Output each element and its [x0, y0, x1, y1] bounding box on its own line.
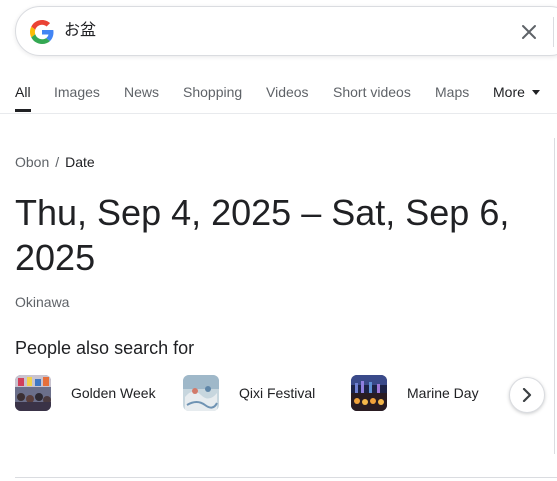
pasf-label: Golden Week: [71, 385, 156, 401]
qixi-festival-thumbnail: [183, 375, 219, 411]
chevron-right-icon: [522, 388, 532, 402]
tab-shopping[interactable]: Shopping: [183, 84, 242, 100]
answer-date-range: Thu, Sep 4, 2025 – Sat, Sep 6, 2025: [15, 192, 510, 278]
search-bar-divider: [553, 17, 554, 47]
pasf-item-golden-week[interactable]: Golden Week: [15, 375, 156, 411]
caret-down-icon: [531, 90, 540, 95]
pasf-label: Qixi Festival: [239, 385, 316, 401]
more-label: More: [493, 84, 525, 100]
tab-videos[interactable]: Videos: [266, 84, 309, 100]
tabs-divider: [0, 113, 557, 114]
search-results-page: お盆 All Images News Shopping Videos Short…: [0, 0, 557, 481]
panel-edge-divider: [554, 138, 555, 454]
marine-day-thumbnail: [351, 375, 387, 411]
search-bar[interactable]: お盆: [15, 6, 557, 56]
tab-short-videos[interactable]: Short videos: [333, 84, 411, 100]
pasf-next-button[interactable]: [509, 377, 545, 413]
tab-all[interactable]: All: [15, 84, 31, 100]
golden-week-thumbnail: [15, 375, 51, 411]
pasf-item-qixi-festival[interactable]: Qixi Festival: [183, 375, 315, 411]
active-tab-indicator: [15, 109, 31, 112]
breadcrumb-separator: /: [55, 154, 60, 170]
close-icon: [522, 25, 536, 39]
google-g-icon[interactable]: [30, 20, 54, 44]
answer-location: Okinawa: [15, 294, 70, 310]
clear-search-button[interactable]: [516, 19, 542, 45]
section-bottom-divider: [15, 477, 557, 478]
more-menu-button[interactable]: More: [493, 84, 540, 100]
pasf-label: Marine Day: [407, 385, 479, 401]
tab-news[interactable]: News: [124, 84, 159, 100]
search-input[interactable]: お盆: [64, 21, 96, 41]
tab-maps[interactable]: Maps: [435, 84, 469, 100]
breadcrumb: Obon / Date: [15, 154, 95, 170]
breadcrumb-current: Date: [65, 154, 95, 170]
breadcrumb-parent-link[interactable]: Obon: [15, 154, 49, 170]
people-also-search-title: People also search for: [15, 338, 195, 358]
pasf-item-marine-day[interactable]: Marine Day: [351, 375, 479, 411]
tab-images[interactable]: Images: [54, 84, 100, 100]
